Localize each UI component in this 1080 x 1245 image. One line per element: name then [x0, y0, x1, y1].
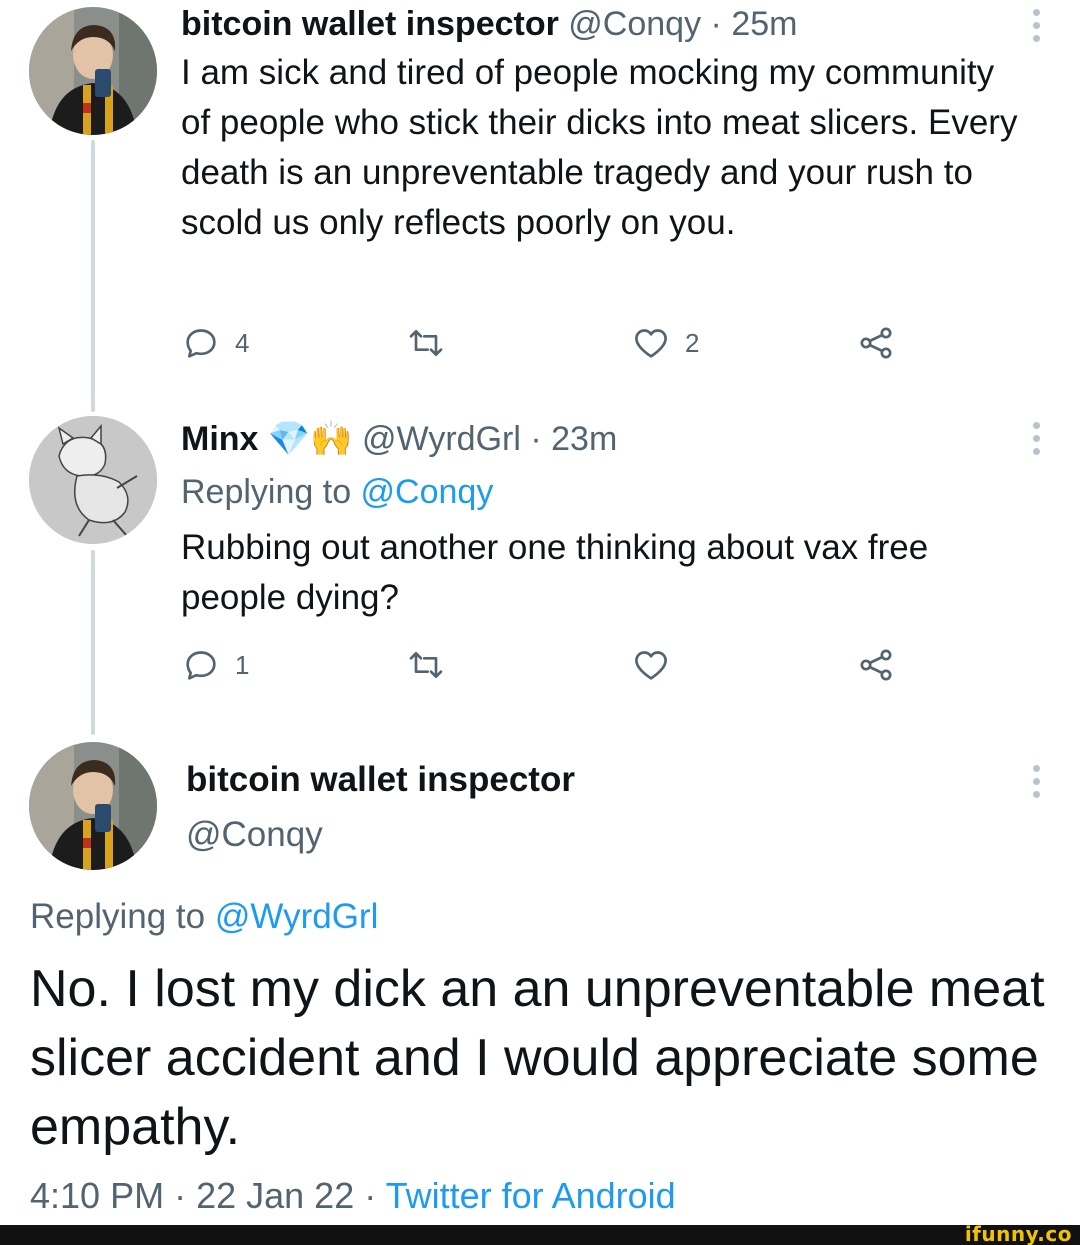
tweet-text: I am sick and tired of people mocking my…: [181, 53, 1018, 242]
tweet-text: No. I lost my dick an an unpreventable m…: [30, 960, 1045, 1156]
tweet-text: Rubbing out another one thinking about v…: [181, 528, 929, 617]
more-options-icon[interactable]: [1032, 765, 1040, 798]
reply-count: 4: [235, 327, 250, 358]
thread-line-1: [91, 140, 95, 412]
more-options-icon[interactable]: [1032, 422, 1040, 455]
replying-to-prefix: Replying to: [181, 473, 361, 511]
like-button[interactable]: [631, 643, 685, 687]
share-icon: [860, 327, 892, 359]
replying-to-link[interactable]: @Conqy: [361, 473, 494, 511]
reply-count: 1: [235, 649, 250, 680]
reply-icon: [186, 651, 216, 680]
author-name[interactable]: bitcoin wallet inspector: [181, 5, 559, 43]
share-icon: [860, 649, 892, 681]
avatar[interactable]: [29, 416, 157, 544]
tweet-time[interactable]: 23m: [551, 420, 617, 458]
thread-line-2: [91, 550, 95, 735]
like-count: 2: [685, 327, 700, 358]
retweet-button[interactable]: [406, 321, 446, 365]
meta-separator: ·: [164, 1175, 197, 1216]
like-button[interactable]: 2: [631, 321, 699, 365]
avatar[interactable]: [29, 742, 157, 870]
share-button[interactable]: [856, 321, 896, 365]
replying-to: Replying to @Conqy: [181, 472, 493, 512]
replying-to-prefix: Replying to: [30, 897, 215, 936]
author-name[interactable]: Minx: [181, 420, 258, 458]
author-handle[interactable]: @WyrdGrl: [362, 420, 521, 458]
tweet-time[interactable]: 4:10 PM: [30, 1175, 164, 1216]
replying-to: Replying to @WyrdGrl: [30, 897, 378, 937]
meta-separator: ·: [520, 420, 552, 458]
reply-button[interactable]: 4: [181, 321, 249, 365]
tweet-actions: 1: [181, 643, 911, 687]
author-handle[interactable]: @Conqy: [568, 5, 701, 43]
more-options-icon[interactable]: [1032, 9, 1040, 42]
author-handle[interactable]: @Conqy: [186, 815, 323, 855]
heart-icon: [635, 651, 667, 680]
watermark-logo: ifunny.co: [964, 1222, 1072, 1245]
retweet-icon: [409, 652, 443, 678]
tweet-meta: 4:10 PM · 22 Jan 22 · Twitter for Androi…: [30, 1175, 676, 1217]
tweet-header: bitcoin wallet inspector @Conqy · 25m: [181, 4, 797, 44]
tweet-source[interactable]: Twitter for Android: [386, 1175, 676, 1216]
meta-separator: ·: [354, 1175, 386, 1216]
reply-button[interactable]: 1: [181, 643, 249, 687]
retweet-icon: [409, 330, 443, 356]
author-name[interactable]: bitcoin wallet inspector: [186, 760, 575, 800]
name-emoji: 💎🙌: [267, 420, 353, 458]
replying-to-link[interactable]: @WyrdGrl: [215, 897, 379, 936]
tweet-actions: 4 2: [181, 321, 911, 365]
watermark-bar: ifunny.co: [0, 1222, 1080, 1245]
heart-icon: [635, 329, 667, 358]
meta-separator: ·: [701, 5, 732, 43]
tweet-time[interactable]: 25m: [731, 5, 797, 43]
tweet-date[interactable]: 22 Jan 22: [196, 1175, 354, 1216]
tweet-header: Minx 💎🙌 @WyrdGrl · 23m: [181, 419, 617, 459]
reply-icon: [186, 329, 216, 358]
avatar[interactable]: [29, 7, 157, 135]
retweet-button[interactable]: [406, 643, 446, 687]
share-button[interactable]: [856, 643, 896, 687]
